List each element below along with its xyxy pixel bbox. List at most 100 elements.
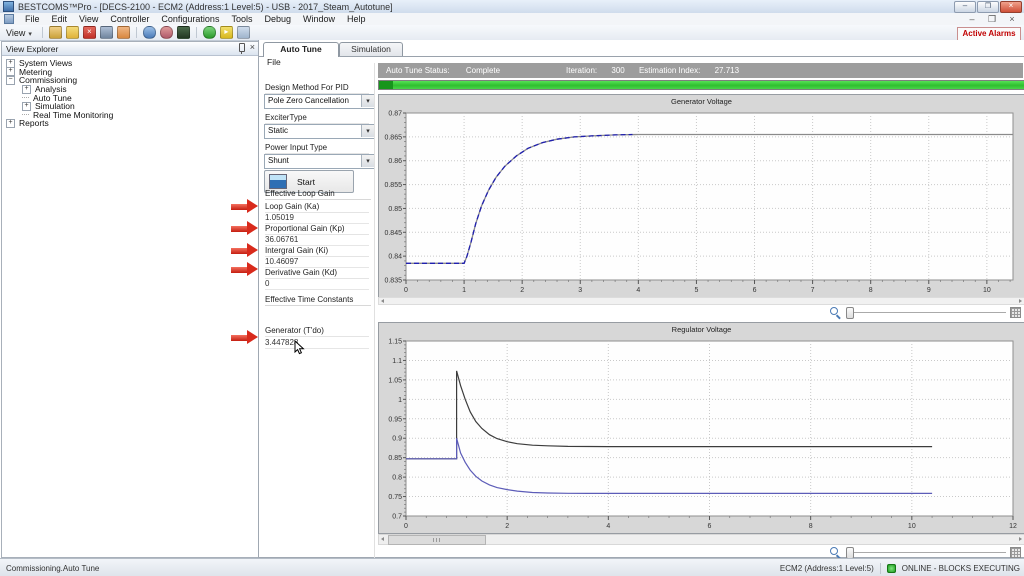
tab-simulation[interactable]: Simulation bbox=[339, 42, 403, 56]
close-button[interactable] bbox=[1000, 1, 1022, 13]
mdi-close-button[interactable]: × bbox=[1006, 14, 1018, 25]
zoom-slider-thumb[interactable] bbox=[846, 307, 854, 319]
menu-configurations[interactable]: Configurations bbox=[155, 14, 225, 24]
estimation-index-value: 27.713 bbox=[715, 66, 739, 75]
scrollbar-thumb[interactable] bbox=[388, 535, 486, 545]
child-menu-file[interactable]: File bbox=[267, 57, 281, 67]
menu-window[interactable]: Window bbox=[297, 14, 341, 24]
view-dropdown-button[interactable]: View bbox=[0, 28, 38, 38]
online-icon bbox=[887, 564, 896, 573]
auto-tune-status-label: Auto Tune Status: bbox=[386, 66, 450, 75]
svg-text:9: 9 bbox=[927, 287, 931, 294]
tab-auto-tune[interactable]: Auto Tune bbox=[263, 42, 339, 57]
svg-text:0.85: 0.85 bbox=[388, 206, 402, 213]
expand-icon[interactable] bbox=[22, 102, 31, 111]
mdi-minimize-button[interactable]: – bbox=[966, 14, 978, 25]
effective-time-constants-header: Effective Time Constants bbox=[265, 295, 371, 306]
pin-icon[interactable] bbox=[239, 43, 245, 52]
mdi-restore-button[interactable]: ❒ bbox=[986, 14, 998, 25]
traffic-light-icon[interactable] bbox=[177, 26, 190, 39]
exciter-type-select[interactable]: Static bbox=[264, 124, 375, 139]
svg-text:0.95: 0.95 bbox=[388, 416, 402, 423]
expand-icon[interactable] bbox=[6, 119, 15, 128]
chart2-scrollbar[interactable] bbox=[378, 534, 1024, 545]
collapse-icon[interactable] bbox=[6, 76, 15, 85]
view-explorer-title: View Explorer bbox=[6, 44, 58, 54]
save-icon[interactable] bbox=[100, 26, 113, 39]
restore-button[interactable] bbox=[977, 1, 999, 13]
integral-gain-label: Intergral Gain (Ki) bbox=[265, 246, 369, 257]
menu-debug[interactable]: Debug bbox=[258, 14, 297, 24]
svg-text:0.86: 0.86 bbox=[388, 158, 402, 165]
derivative-gain-label: Derivative Gain (Kd) bbox=[265, 268, 369, 279]
generator-voltage-chart: 0.8350.840.8450.850.8550.860.8650.870123… bbox=[379, 108, 1020, 295]
annotation-arrow-derivative-gain bbox=[231, 262, 258, 277]
settings-gear-icon[interactable] bbox=[143, 26, 156, 39]
scroll-left-icon[interactable] bbox=[381, 299, 384, 303]
svg-text:0.845: 0.845 bbox=[384, 230, 402, 237]
menu-edit[interactable]: Edit bbox=[46, 14, 74, 24]
integral-gain-value: 10.46097 bbox=[265, 257, 369, 268]
menu-help[interactable]: Help bbox=[341, 14, 372, 24]
loop-gain-label: Loop Gain (Ka) bbox=[265, 202, 369, 213]
open-file-icon[interactable] bbox=[66, 26, 79, 39]
chevron-down-icon bbox=[361, 155, 374, 167]
scroll-right-icon[interactable] bbox=[1019, 537, 1022, 541]
generator-voltage-chart-title: Generator Voltage bbox=[379, 95, 1024, 108]
chart2-zoom-controls bbox=[378, 545, 1023, 559]
minimize-button[interactable] bbox=[954, 1, 976, 13]
tree-item-real-time-monitoring[interactable]: Real Time Monitoring bbox=[22, 111, 258, 120]
svg-text:4: 4 bbox=[636, 287, 640, 294]
iteration-label: Iteration: bbox=[566, 66, 597, 75]
status-bar: Commissioning.Auto Tune ECM2 (Address:1 … bbox=[0, 558, 1024, 576]
menu-controller[interactable]: Controller bbox=[104, 14, 155, 24]
auto-tune-progress-bar bbox=[378, 80, 1024, 90]
svg-text:4: 4 bbox=[606, 523, 610, 530]
refresh-icon[interactable] bbox=[49, 26, 62, 39]
scroll-right-icon[interactable] bbox=[1019, 299, 1022, 303]
export-icon[interactable] bbox=[117, 26, 130, 39]
close-file-icon[interactable]: × bbox=[83, 26, 96, 39]
menu-tools[interactable]: Tools bbox=[225, 14, 258, 24]
auto-tune-status-value: Complete bbox=[466, 66, 500, 75]
connect-icon[interactable] bbox=[203, 26, 216, 39]
chart1-zoom-controls bbox=[378, 305, 1023, 319]
svg-text:0.9: 0.9 bbox=[392, 436, 402, 443]
tree-leaf-connector bbox=[22, 114, 29, 116]
svg-text:0.85: 0.85 bbox=[388, 455, 402, 462]
menu-file[interactable]: File bbox=[19, 14, 46, 24]
expand-icon[interactable] bbox=[22, 85, 31, 94]
zoom-slider-track[interactable] bbox=[848, 552, 1006, 553]
svg-text:5: 5 bbox=[694, 287, 698, 294]
scroll-left-icon[interactable] bbox=[381, 537, 384, 541]
loop-gain-value: 1.05019 bbox=[265, 213, 369, 224]
chart-expand-icon[interactable] bbox=[1010, 307, 1021, 318]
tree-item-reports[interactable]: Reports bbox=[6, 119, 258, 128]
active-alarms-button[interactable]: Active Alarms bbox=[957, 27, 1021, 41]
menu-bar: File Edit View Controller Configurations… bbox=[0, 13, 1024, 25]
svg-text:1: 1 bbox=[398, 397, 402, 404]
svg-text:1.15: 1.15 bbox=[388, 339, 402, 346]
power-input-label: Power Input Type bbox=[265, 143, 369, 154]
regulator-voltage-chart-panel: Regulator Voltage 0.70.750.80.850.90.951… bbox=[378, 322, 1024, 534]
magnifier-icon bbox=[830, 307, 838, 315]
application-window: BESTCOMS™Pro - [DECS-2100 - ECM2 (Addres… bbox=[0, 0, 1024, 576]
menu-view[interactable]: View bbox=[73, 14, 104, 24]
svg-text:0.865: 0.865 bbox=[384, 134, 402, 141]
metering-icon[interactable] bbox=[160, 26, 173, 39]
svg-text:0.84: 0.84 bbox=[388, 254, 402, 261]
design-method-select[interactable]: Pole Zero Cancellation bbox=[264, 94, 375, 109]
chart-expand-icon[interactable] bbox=[1010, 547, 1021, 558]
view-explorer-panel: View Explorer × System Views Metering Co… bbox=[1, 41, 259, 558]
zoom-slider-track[interactable] bbox=[848, 312, 1006, 313]
chart1-scrollbar[interactable] bbox=[378, 297, 1024, 305]
panel-close-icon[interactable]: × bbox=[250, 43, 255, 52]
power-input-select[interactable]: Shunt bbox=[264, 154, 375, 169]
copy-icon[interactable] bbox=[237, 26, 250, 39]
explorer-tree: System Views Metering Commissioning Anal… bbox=[2, 56, 258, 128]
proportional-gain-label: Proportional Gain (Kp) bbox=[265, 224, 369, 235]
svg-text:3: 3 bbox=[578, 287, 582, 294]
chevron-down-icon bbox=[28, 28, 32, 38]
run-icon[interactable]: ▸ bbox=[220, 26, 233, 39]
svg-text:10: 10 bbox=[908, 523, 916, 530]
